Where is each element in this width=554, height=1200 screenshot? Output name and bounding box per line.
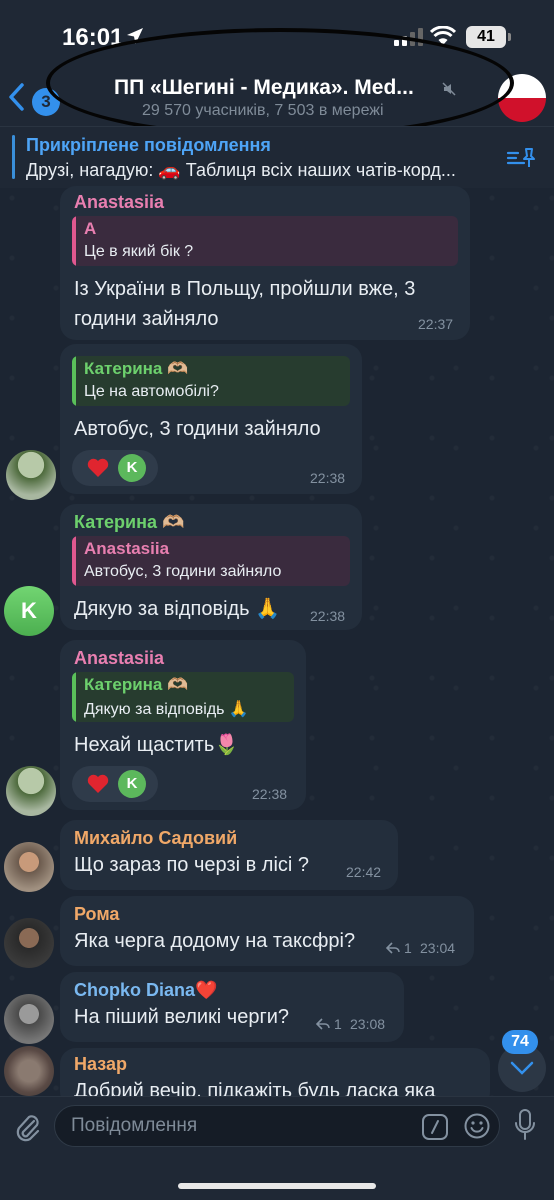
- message-text: Нехай щастить🌷: [74, 734, 240, 756]
- cellular-signal-icon: [394, 28, 423, 46]
- group-avatar[interactable]: [498, 74, 546, 122]
- chevron-left-icon: [9, 83, 24, 111]
- message-time: 23:08: [350, 1016, 386, 1032]
- back-button[interactable]: 3: [8, 80, 60, 116]
- heart-icon: [87, 774, 109, 793]
- microphone-icon[interactable]: [514, 1109, 536, 1141]
- quote-text: Це на автомобілі?: [84, 383, 219, 400]
- avatar[interactable]: [4, 1046, 54, 1096]
- message-bubble[interactable]: Михайло Садовий Що зараз по черзі в лісі…: [60, 820, 398, 890]
- message-time: 22:38: [252, 786, 288, 802]
- quote-text: Це в який бік ?: [84, 243, 194, 260]
- message-sender: Chopko Diana❤️: [74, 980, 218, 1000]
- reply-count[interactable]: 1: [316, 1016, 342, 1032]
- chat-title[interactable]: ПП «Шегині - Медика». Med...: [114, 76, 444, 100]
- pinned-message-bar[interactable]: Прикріплене повідомлення Друзі, нагадую:…: [0, 126, 554, 188]
- attach-icon[interactable]: [14, 1111, 42, 1143]
- quote-author: Катерина 🫶🏼: [84, 359, 189, 378]
- pinned-text: Друзі, нагадую: 🚗 Таблиця всіх наших чат…: [26, 160, 456, 180]
- commands-icon[interactable]: [422, 1114, 448, 1140]
- avatar[interactable]: [6, 450, 56, 500]
- reply-quote[interactable]: A Це в який бік ?: [72, 216, 458, 266]
- home-indicator: [178, 1183, 376, 1189]
- message-sender: Anastasiia: [74, 192, 165, 212]
- pinned-list-icon[interactable]: [506, 147, 536, 169]
- message-sender: Рома: [74, 904, 120, 924]
- reply-arrow-icon: [316, 1018, 330, 1030]
- quote-text: Автобус, 3 години зайняло: [84, 563, 282, 580]
- message-bubble[interactable]: Катерина 🫶🏼 Anastasiia Автобус, 3 години…: [60, 504, 362, 630]
- message-sender: Михайло Садовий: [74, 828, 238, 848]
- message-time: 23:04: [420, 940, 456, 956]
- avatar[interactable]: [6, 766, 56, 816]
- message-bubble[interactable]: Катерина 🫶🏼 Це на автомобілі? Автобус, 3…: [60, 344, 362, 494]
- message-text: Із України в Польщу, пройшли вже, 3 годи…: [74, 278, 416, 330]
- reaction-chip[interactable]: K: [72, 766, 158, 802]
- reply-arrow-icon: [386, 942, 400, 954]
- input-bar: [0, 1096, 554, 1200]
- pinned-indicator: [12, 135, 15, 179]
- message-time: 22:37: [418, 316, 454, 332]
- location-arrow-icon: [127, 28, 143, 44]
- reply-quote[interactable]: Катерина 🫶🏼 Це на автомобілі?: [72, 356, 350, 406]
- unread-count-badge: 74: [502, 1030, 538, 1054]
- reaction-chip[interactable]: K: [72, 450, 158, 486]
- message-time: 22:38: [310, 608, 346, 624]
- battery-indicator: 41: [466, 26, 511, 48]
- message-text: Автобус, 3 години зайняло: [74, 418, 321, 440]
- message-sender: Катерина 🫶🏼: [74, 512, 185, 532]
- message-bubble[interactable]: Anastasiia A Це в який бік ? Із України …: [60, 186, 470, 340]
- reply-quote[interactable]: Anastasiia Автобус, 3 години зайняло: [72, 536, 350, 586]
- reaction-avatar: K: [118, 770, 146, 798]
- message-bubble[interactable]: Chopko Diana❤️ На піший великі черги? 1 …: [60, 972, 404, 1042]
- quote-author: Anastasiia: [84, 539, 170, 558]
- reply-count[interactable]: 1: [386, 940, 412, 956]
- message-time: 22:38: [310, 470, 346, 486]
- message-text: Яка черга додому на таксфрі?: [74, 930, 356, 952]
- heart-icon: [87, 458, 109, 477]
- muted-speaker-icon: [442, 82, 456, 96]
- quote-author: Катерина 🫶🏼: [84, 675, 189, 694]
- message-text: Що зараз по черзі в лісі ?: [74, 854, 310, 876]
- member-count: 29 570 учасників, 7 503 в мережі: [142, 102, 384, 119]
- status-time: 16:01: [62, 24, 124, 51]
- avatar[interactable]: [4, 842, 54, 892]
- avatar[interactable]: K: [4, 586, 54, 636]
- message-bubble[interactable]: Anastasiia Катерина 🫶🏼 Дякую за відповід…: [60, 640, 306, 810]
- message-sender: Anastasiia: [74, 648, 165, 668]
- sticker-icon[interactable]: [464, 1113, 490, 1139]
- chevron-down-icon: [510, 1061, 534, 1075]
- message-text: Дякую за відповідь 🙏: [74, 598, 281, 620]
- quote-author: A: [84, 219, 97, 238]
- wifi-icon: [430, 26, 456, 45]
- message-time: 22:42: [346, 864, 382, 880]
- pinned-title: Прикріплене повідомлення: [26, 135, 271, 155]
- quote-text: Дякую за відповідь 🙏: [84, 701, 249, 718]
- message-text: На піший великі черги?: [74, 1006, 290, 1028]
- message-bubble[interactable]: Рома Яка черга додому на таксфрі? 1 23:0…: [60, 896, 474, 966]
- reply-quote[interactable]: Катерина 🫶🏼 Дякую за відповідь 🙏: [72, 672, 294, 722]
- reaction-avatar: K: [118, 454, 146, 482]
- chat-header: 3 ПП «Шегині - Медика». Med... 29 570 уч…: [0, 60, 554, 126]
- message-sender: Назар: [74, 1054, 127, 1074]
- unread-chats-badge: 3: [32, 88, 60, 116]
- avatar[interactable]: [4, 994, 54, 1044]
- avatar[interactable]: [4, 918, 54, 968]
